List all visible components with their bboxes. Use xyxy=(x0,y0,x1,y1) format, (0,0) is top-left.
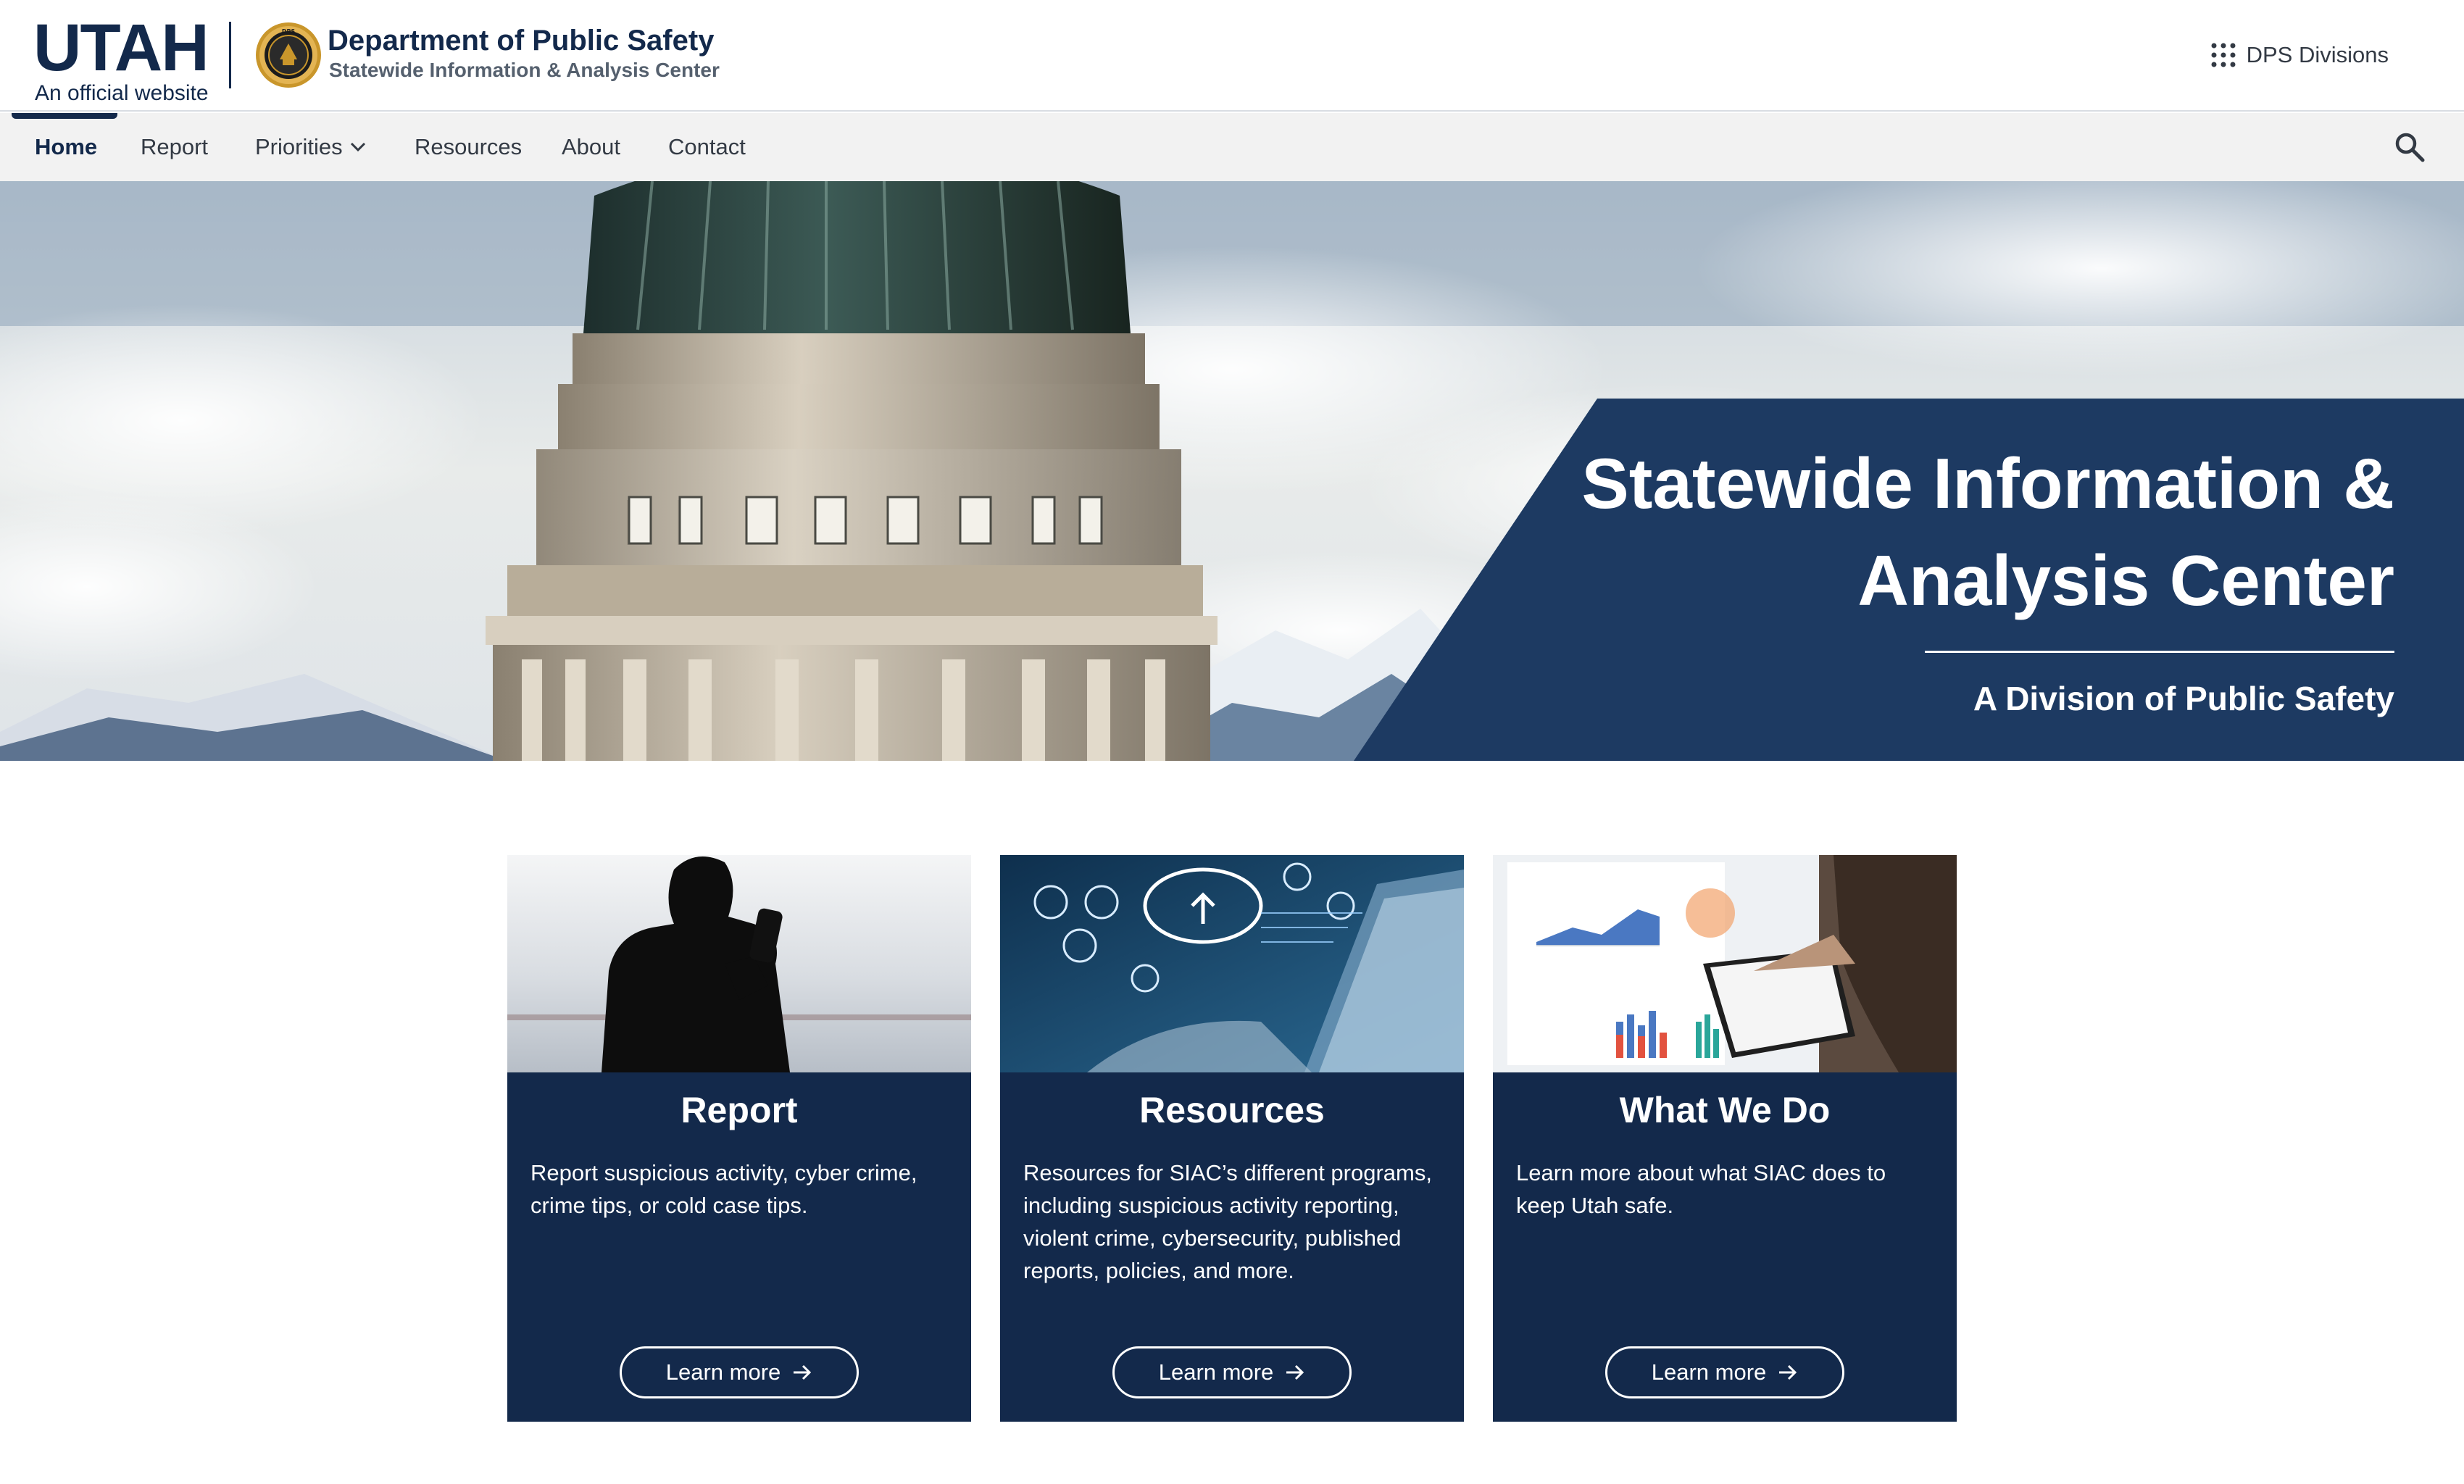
svg-text:DPS: DPS xyxy=(282,28,296,35)
card-resources-image xyxy=(1000,855,1464,1072)
hero-divider xyxy=(1925,651,2394,653)
learn-more-button[interactable]: Learn more xyxy=(1605,1346,1844,1398)
card-report: Report Report suspicious activity, cyber… xyxy=(507,855,971,1422)
arrow-right-icon xyxy=(1286,1364,1304,1380)
nav-item-priorities[interactable]: Priorities xyxy=(255,113,366,181)
dps-divisions-label: DPS Divisions xyxy=(2246,42,2389,67)
nav-item-home[interactable]: Home xyxy=(35,113,97,181)
card-description: Report suspicious activity, cyber crime,… xyxy=(530,1160,917,1218)
card-what-we-do: What We Do Learn more about what SIAC do… xyxy=(1493,855,1957,1422)
nav-item-about[interactable]: About xyxy=(562,113,620,181)
learn-more-button[interactable]: Learn more xyxy=(1112,1346,1352,1398)
chevron-down-icon xyxy=(350,142,365,152)
utah-logo[interactable]: UTAH An official website xyxy=(33,11,209,105)
site-header: UTAH An official website DPS Department … xyxy=(0,0,2464,112)
nav-item-contact[interactable]: Contact xyxy=(668,113,746,181)
nav-item-label: About xyxy=(562,134,621,159)
learn-more-label: Learn more xyxy=(1158,1359,1274,1385)
feature-cards: Report Report suspicious activity, cyber… xyxy=(507,855,1957,1422)
utah-wordmark: UTAH xyxy=(33,11,209,85)
card-title: What We Do xyxy=(1619,1090,1831,1130)
official-website-label: An official website xyxy=(35,81,209,105)
dps-divisions-button[interactable]: DPS Divisions xyxy=(2210,38,2389,72)
dps-seal-icon[interactable]: DPS xyxy=(255,22,322,88)
card-description: Resources for SIAC’s different programs,… xyxy=(1023,1160,1432,1283)
card-description: Learn more about what SIAC does to keep … xyxy=(1516,1160,1886,1218)
card-title: Resources xyxy=(1139,1090,1325,1130)
arrow-right-icon xyxy=(794,1364,812,1380)
grid-dots-icon xyxy=(2211,43,2236,67)
card-what-we-do-image xyxy=(1493,855,1957,1072)
nav-item-label: Contact xyxy=(668,134,746,159)
learn-more-label: Learn more xyxy=(665,1359,781,1385)
main-nav: Home Report Priorities Resources About C… xyxy=(0,113,2464,181)
card-report-image xyxy=(507,855,971,1072)
card-title: Report xyxy=(680,1090,798,1130)
hero-banner: Statewide Information & Analysis Center … xyxy=(0,181,2464,761)
search-icon[interactable] xyxy=(2392,129,2428,165)
nav-item-resources[interactable]: Resources xyxy=(415,113,522,181)
nav-item-label: Resources xyxy=(415,134,523,159)
learn-more-button[interactable]: Learn more xyxy=(620,1346,859,1398)
learn-more-label: Learn more xyxy=(1651,1359,1767,1385)
hero-title: Statewide Information & Analysis Center xyxy=(1581,443,2394,620)
nav-item-report[interactable]: Report xyxy=(141,113,208,181)
card-resources: Resources Resources for SIAC’s different… xyxy=(1000,855,1464,1422)
dept-title[interactable]: Department of Public Safety xyxy=(328,23,714,58)
nav-item-label: Report xyxy=(141,134,209,159)
dept-subtitle: Statewide Information & Analysis Center xyxy=(329,59,720,81)
arrow-right-icon xyxy=(1779,1364,1797,1380)
nav-item-label: Priorities xyxy=(255,134,343,159)
header-divider xyxy=(229,22,231,88)
nav-item-label: Home xyxy=(35,134,98,159)
hero-subtitle: A Division of Public Safety xyxy=(1973,680,2394,717)
